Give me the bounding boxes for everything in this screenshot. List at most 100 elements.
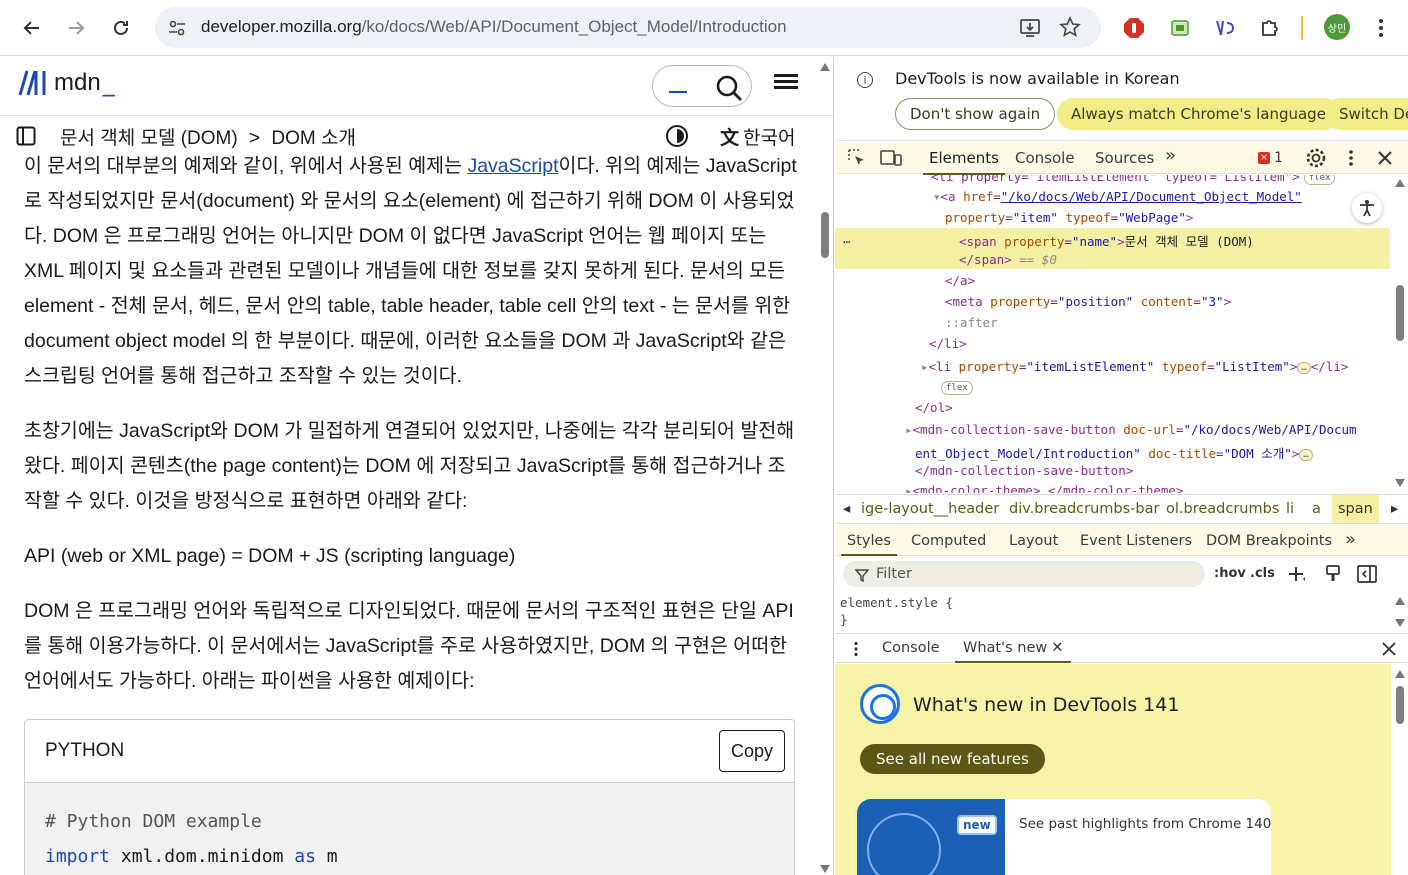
- flex-badge[interactable]: flex: [941, 380, 973, 395]
- dom-node-options-icon[interactable]: …: [843, 231, 851, 246]
- past-highlights-card[interactable]: new See past highlights from Chrome 140: [857, 799, 1271, 875]
- dom-line-save-button-cont[interactable]: ent_Object_Model/Introduction" doc-title…: [915, 443, 1313, 462]
- crumb-li[interactable]: li: [1286, 501, 1294, 517]
- toggle-sidebar-icon[interactable]: [1357, 565, 1377, 587]
- tab-console[interactable]: Console: [1015, 149, 1075, 167]
- styles-scrollbar[interactable]: [1392, 592, 1408, 632]
- language-switcher[interactable]: 文 한국어: [720, 123, 795, 150]
- mdn-logo[interactable]: mdn _: [18, 69, 115, 97]
- site-info-icon[interactable]: [167, 18, 187, 42]
- scroll-up-arrow[interactable]: [820, 63, 830, 71]
- drawer-tab-console[interactable]: Console: [882, 640, 940, 656]
- adblock-extension-icon[interactable]: [1120, 14, 1148, 42]
- copy-button[interactable]: Copy: [719, 730, 785, 772]
- error-counter[interactable]: × 1: [1258, 150, 1283, 166]
- tab-sources[interactable]: Sources: [1095, 149, 1154, 167]
- forward-icon[interactable]: [58, 10, 94, 46]
- tab-styles[interactable]: Styles: [841, 533, 897, 556]
- expand-triangle[interactable]: ▾: [933, 189, 941, 204]
- crumbs-scroll-left-icon[interactable]: ◂: [843, 501, 850, 517]
- tab-computed[interactable]: Computed: [911, 533, 986, 549]
- crumbs-scroll-right-icon[interactable]: ▸: [1391, 501, 1398, 517]
- dom-line-a-close[interactable]: </a>: [945, 273, 975, 288]
- flex-badge[interactable]: flex: [1303, 175, 1336, 185]
- drawer-tab-whats-new[interactable]: What's new ✕: [954, 640, 1072, 663]
- crumb-ol-breadcrumbs[interactable]: ol.breadcrumbs: [1166, 501, 1279, 517]
- javascript-link[interactable]: JavaScript: [467, 155, 558, 177]
- dom-line-li-collapsed[interactable]: ▸<li property="itemListElement" typeof="…: [921, 359, 1348, 374]
- back-icon[interactable]: [14, 10, 50, 46]
- accessibility-tree-icon[interactable]: [1352, 193, 1382, 223]
- page-scrollbar[interactable]: [817, 57, 833, 875]
- breadcrumb-current[interactable]: DOM 소개: [271, 128, 356, 149]
- scroll-up-arrow[interactable]: [1395, 670, 1405, 678]
- devtools-menu-icon[interactable]: [1348, 149, 1354, 171]
- dom-line-meta[interactable]: <meta property="position" content="3">: [945, 294, 1231, 309]
- crumb-span[interactable]: span: [1332, 495, 1379, 523]
- crumb-breadcrumbs-bar[interactable]: div.breadcrumbs-bar: [1009, 501, 1159, 517]
- see-all-features-button[interactable]: See all new features: [860, 744, 1045, 774]
- dom-line-span-close[interactable]: </span> == $0: [959, 252, 1057, 267]
- more-subtabs-icon[interactable]: »: [1345, 529, 1356, 550]
- kebab-menu-icon[interactable]: [1367, 14, 1395, 42]
- dom-line-save-button-close[interactable]: </mdn-collection-save-button>: [915, 463, 1133, 478]
- close-devtools-icon[interactable]: [1377, 150, 1393, 170]
- green-extension-icon[interactable]: [1166, 14, 1194, 42]
- expand-triangle[interactable]: ▸: [921, 359, 929, 374]
- collapsed-ellipsis[interactable]: …: [1299, 448, 1313, 461]
- dom-line-li-close[interactable]: </li>: [929, 336, 967, 351]
- tab-layout[interactable]: Layout: [1009, 533, 1058, 549]
- scroll-thumb[interactable]: [1396, 686, 1404, 724]
- tab-elements[interactable]: Elements: [923, 149, 1005, 175]
- close-drawer-icon[interactable]: [1382, 641, 1396, 660]
- breadcrumb-parent[interactable]: 문서 객체 모델 (DOM): [60, 128, 238, 149]
- profile-avatar[interactable]: 상민: [1324, 14, 1350, 40]
- dom-line-span-open[interactable]: <span property="name">문서 객체 모델 (DOM): [959, 231, 1254, 250]
- dom-line-ol-close[interactable]: </ol>: [915, 400, 953, 415]
- dom-a-href[interactable]: "/ko/docs/Web/API/Document_Object_Model": [1001, 189, 1302, 204]
- scroll-down-arrow[interactable]: [1395, 479, 1405, 487]
- scroll-down-arrow[interactable]: [1395, 619, 1405, 627]
- tab-event-listeners[interactable]: Event Listeners: [1080, 533, 1192, 549]
- dom-line-li-top[interactable]: <li property="itemListElement" typeof="L…: [931, 175, 1336, 185]
- dom-line-save-button[interactable]: ▸<mdn-collection-save-button doc-url="/k…: [905, 422, 1357, 437]
- expand-triangle[interactable]: ▸: [905, 422, 913, 437]
- drawer-menu-icon[interactable]: [853, 641, 859, 661]
- hamburger-menu-icon[interactable]: [774, 71, 798, 95]
- dom-line-a-open[interactable]: ▾<a href="/ko/docs/Web/API/Document_Obje…: [933, 189, 1302, 204]
- class-toggle[interactable]: .cls: [1250, 566, 1275, 581]
- switch-language-button[interactable]: Switch De: [1325, 98, 1408, 130]
- extensions-puzzle-icon[interactable]: [1256, 14, 1284, 42]
- scroll-down-arrow[interactable]: [820, 865, 830, 873]
- address-bar[interactable]: developer.mozilla.org/ko/docs/Web/API/Do…: [155, 7, 1101, 48]
- dom-tree-scrollbar[interactable]: [1392, 175, 1408, 493]
- sidebar-toggle-icon[interactable]: [16, 126, 36, 150]
- reload-icon[interactable]: [103, 10, 139, 46]
- theme-toggle-icon[interactable]: [665, 124, 689, 152]
- dont-show-again-button[interactable]: Don't show again: [895, 98, 1056, 130]
- dom-line-color-theme[interactable]: ▸<mdn-color-theme>…</mdn-color-theme>: [905, 483, 1183, 493]
- tab-dom-breakpoints[interactable]: DOM Breakpoints: [1206, 533, 1332, 549]
- url-text[interactable]: developer.mozilla.org/ko/docs/Web/API/Do…: [201, 17, 787, 37]
- scroll-up-arrow[interactable]: [1395, 179, 1405, 187]
- install-app-icon[interactable]: [1019, 17, 1041, 43]
- search-input[interactable]: [652, 65, 752, 107]
- scroll-up-arrow[interactable]: [1395, 597, 1405, 605]
- device-toolbar-icon[interactable]: [880, 148, 902, 172]
- style-rule-selector[interactable]: element.style {: [840, 595, 953, 610]
- crumb-page-layout-header[interactable]: ige-layout__header: [861, 501, 999, 517]
- settings-gear-icon[interactable]: [1305, 147, 1327, 173]
- collapsed-ellipsis[interactable]: …: [1297, 361, 1311, 374]
- accessibility-extension-icon[interactable]: [1211, 14, 1239, 42]
- search-icon[interactable]: [715, 74, 743, 106]
- bookmark-star-icon[interactable]: [1059, 16, 1081, 42]
- dom-line-a-attrs[interactable]: property="item" typeof="WebPage">: [945, 210, 1193, 225]
- inspect-element-icon[interactable]: [847, 148, 867, 172]
- scroll-thumb[interactable]: [1396, 285, 1404, 341]
- crumb-a[interactable]: a: [1312, 501, 1321, 517]
- hover-state-toggle[interactable]: :hov: [1214, 566, 1246, 581]
- more-tabs-icon[interactable]: »: [1165, 145, 1176, 166]
- new-style-rule-icon[interactable]: [1287, 565, 1307, 589]
- color-format-icon[interactable]: [1324, 565, 1342, 587]
- dom-line-after[interactable]: ::after: [945, 315, 998, 330]
